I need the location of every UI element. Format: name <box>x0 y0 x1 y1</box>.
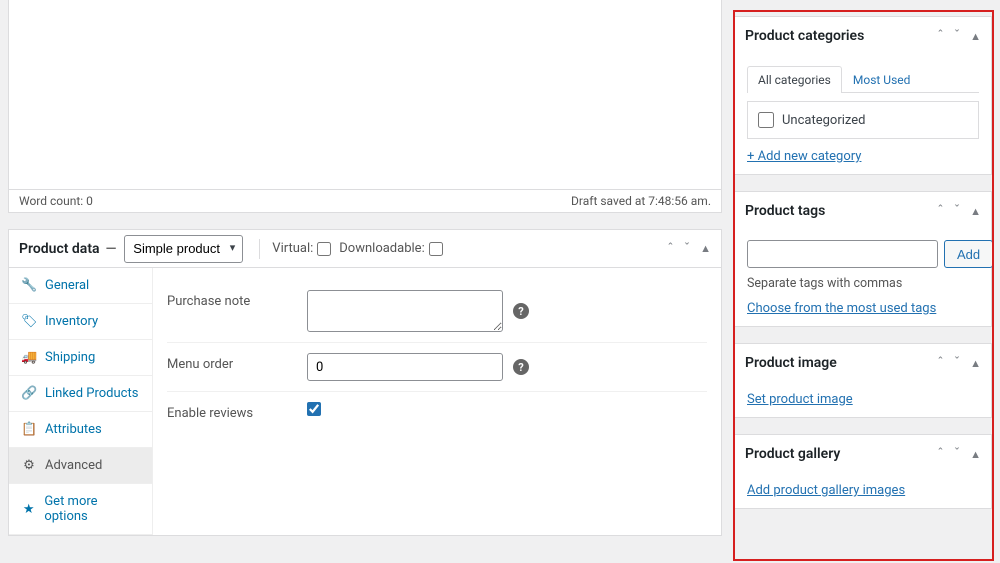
help-icon[interactable]: ? <box>513 359 529 375</box>
tag-icon: 🏷 <box>21 314 37 329</box>
add-gallery-images-link[interactable]: Add product gallery images <box>747 483 905 498</box>
gallery-header: Product gallery ˆ ˇ ▲ <box>735 435 991 473</box>
list-icon: 📋 <box>21 422 37 437</box>
tab-general[interactable]: 🔧 General <box>9 268 152 304</box>
product-type-select[interactable]: Simple product <box>124 235 243 263</box>
category-list: Uncategorized <box>747 101 979 139</box>
virtual-checkbox[interactable] <box>317 242 331 256</box>
editor-footer: Word count: 0 Draft saved at 7:48:56 am. <box>8 189 722 213</box>
product-data-panel: Purchase note ? Menu order ? <box>153 268 721 535</box>
wrench-icon: 🔧 <box>21 278 37 293</box>
product-data-tabs: 🔧 General 🏷 Inventory 🚚 Shipping 🔗 Linke… <box>9 268 153 535</box>
menu-order-label: Menu order <box>167 353 307 372</box>
tags-header: Product tags ˆ ˇ ▲ <box>735 192 991 230</box>
image-header: Product image ˆ ˇ ▲ <box>735 344 991 382</box>
link-icon: 🔗 <box>21 386 37 401</box>
category-label: Uncategorized <box>782 113 865 128</box>
product-data-title: Product data — <box>19 241 116 257</box>
category-tabs: All categories Most Used <box>747 65 979 93</box>
chevron-up-icon[interactable]: ˆ <box>937 447 944 461</box>
chevron-down-icon[interactable]: ˇ <box>954 356 960 370</box>
tags-title: Product tags <box>745 203 825 219</box>
content-editor[interactable] <box>8 0 722 190</box>
chevron-down-icon[interactable]: ˇ <box>954 29 960 43</box>
choose-tags-link[interactable]: Choose from the most used tags <box>747 301 936 316</box>
collapse-icon[interactable]: ▲ <box>970 449 981 460</box>
tag-hint: Separate tags with commas <box>747 276 979 291</box>
enable-reviews-label: Enable reviews <box>167 402 307 421</box>
downloadable-checkbox[interactable] <box>429 242 443 256</box>
add-new-category-link[interactable]: + Add new category <box>747 149 861 164</box>
category-checkbox[interactable] <box>758 112 774 128</box>
categories-title: Product categories <box>745 28 864 44</box>
purchase-note-input[interactable] <box>307 290 503 332</box>
chevron-up-icon[interactable]: ˆ <box>937 29 944 43</box>
virtual-label: Virtual: <box>272 241 313 256</box>
product-data-box: Product data — Simple product Virtual: <box>8 229 722 536</box>
tab-advanced[interactable]: ⚙ Advanced <box>9 448 152 484</box>
tab-shipping[interactable]: 🚚 Shipping <box>9 340 152 376</box>
tab-all-categories[interactable]: All categories <box>747 66 842 93</box>
purchase-note-label: Purchase note <box>167 290 307 309</box>
tab-inventory[interactable]: 🏷 Inventory <box>9 304 152 340</box>
categories-header: Product categories ˆ ˇ ▲ <box>735 17 991 55</box>
product-gallery-box: Product gallery ˆ ˇ ▲ Add product galler… <box>734 434 992 509</box>
tag-input[interactable] <box>747 240 938 268</box>
collapse-icon[interactable]: ▲ <box>970 206 981 217</box>
help-icon[interactable]: ? <box>513 303 529 319</box>
add-tag-button[interactable]: Add <box>944 240 993 268</box>
product-image-box: Product image ˆ ˇ ▲ Set product image <box>734 343 992 418</box>
star-icon: ★ <box>21 502 36 517</box>
word-count: Word count: 0 <box>19 194 93 208</box>
product-data-header: Product data — Simple product Virtual: <box>9 230 721 268</box>
chevron-down-icon[interactable]: ˇ <box>954 447 960 461</box>
chevron-down-icon[interactable]: ˇ <box>954 204 960 218</box>
tab-most-used[interactable]: Most Used <box>842 66 922 93</box>
enable-reviews-checkbox[interactable] <box>307 402 321 416</box>
chevron-up-icon[interactable]: ˆ <box>937 356 944 370</box>
tab-linked-products[interactable]: 🔗 Linked Products <box>9 376 152 412</box>
chevron-up-icon[interactable]: ˆ <box>937 204 944 218</box>
product-categories-box: Product categories ˆ ˇ ▲ All categories … <box>734 16 992 175</box>
set-product-image-link[interactable]: Set product image <box>747 392 853 407</box>
separator <box>259 239 260 259</box>
gear-icon: ⚙ <box>21 458 37 473</box>
draft-status: Draft saved at 7:48:56 am. <box>571 194 711 208</box>
tab-get-more[interactable]: ★ Get more options <box>9 484 152 535</box>
collapse-icon[interactable]: ▲ <box>970 358 981 369</box>
collapse-icon[interactable]: ▲ <box>700 243 711 254</box>
image-title: Product image <box>745 355 837 371</box>
menu-order-input[interactable] <box>307 353 503 381</box>
downloadable-label: Downloadable: <box>339 241 424 256</box>
tab-attributes[interactable]: 📋 Attributes <box>9 412 152 448</box>
collapse-icon[interactable]: ▲ <box>970 31 981 42</box>
chevron-up-icon[interactable]: ˆ <box>667 242 674 256</box>
gallery-title: Product gallery <box>745 446 840 462</box>
product-tags-box: Product tags ˆ ˇ ▲ Add Separate tags wit… <box>734 191 992 327</box>
chevron-down-icon[interactable]: ˇ <box>684 242 690 256</box>
category-item[interactable]: Uncategorized <box>758 112 968 128</box>
truck-icon: 🚚 <box>21 350 37 365</box>
